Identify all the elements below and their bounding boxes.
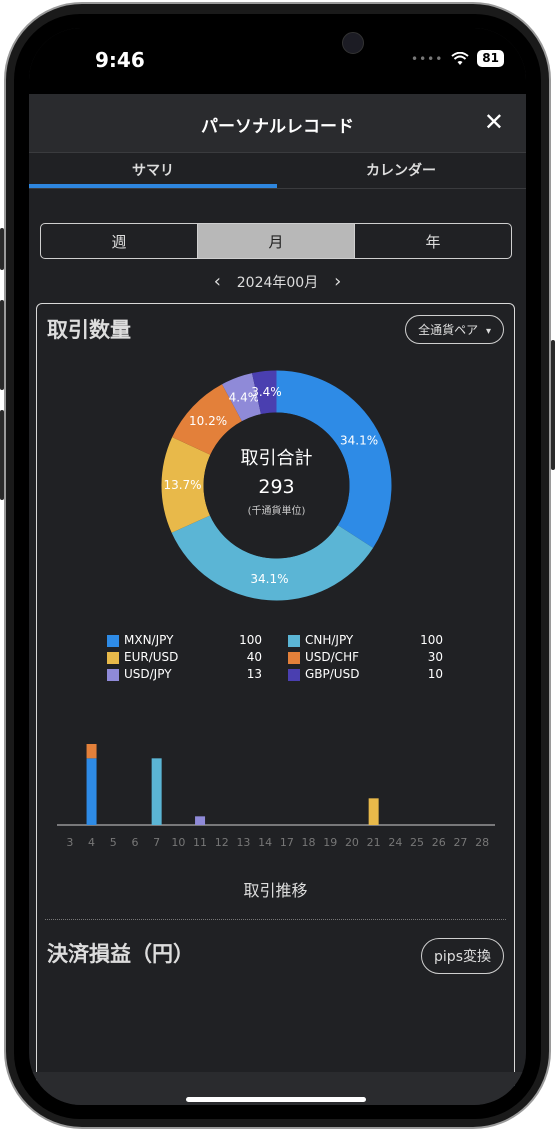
app-header: パーソナルレコード ✕	[29, 94, 526, 153]
legend-label: EUR/USD	[124, 650, 179, 664]
volume-title: 取引数量	[47, 318, 131, 342]
close-button[interactable]: ✕	[484, 108, 504, 136]
camera-icon	[342, 32, 364, 54]
app-screen: 9:46 •••• 81 パーソナルレコード ✕ サマリ カレンダー 週 月 年…	[29, 28, 526, 1105]
volume-up-button	[0, 300, 4, 390]
trade-trend-bar-chart: 3 4 5 6 7 10 11 12 13 14 17 18 19 20 21 24 25 26 27 28	[57, 744, 495, 849]
status-icons: •••• 81	[411, 50, 504, 67]
home-indicator[interactable]	[186, 1097, 366, 1102]
x-tick-label: 24	[388, 836, 402, 849]
x-tick-label: 14	[258, 836, 272, 849]
section-divider	[45, 919, 506, 920]
bar-eur-usd-21	[368, 798, 379, 825]
bar-mxn-jpy-4	[86, 758, 97, 825]
notch	[172, 28, 382, 70]
legend-value: 40	[246, 650, 262, 664]
period-year-button[interactable]: 年	[355, 224, 511, 258]
x-tick-label: 17	[280, 836, 294, 849]
donut-center: 取引合計 293 (千通貨単位)	[161, 444, 392, 517]
battery-icon: 81	[477, 50, 504, 67]
legend-item: USD/JPY 13	[107, 667, 282, 683]
x-tick-label: 5	[110, 836, 117, 849]
currency-pair-filter-label: 全通貨ペア	[418, 323, 479, 337]
x-tick-label: 12	[215, 836, 229, 849]
bar-usd-jpy-11	[195, 816, 206, 825]
legend-swatch	[288, 652, 300, 664]
x-tick-label: 25	[410, 836, 424, 849]
legend-swatch	[107, 652, 119, 664]
x-tick-label: 7	[153, 836, 160, 849]
status-time: 9:46	[95, 48, 145, 72]
legend-value: 10	[427, 667, 443, 681]
month-navigator: ‹ 2024年00月 ›	[29, 271, 526, 292]
legend-item: CNH/JPY 100	[288, 633, 463, 649]
legend-swatch	[288, 669, 300, 681]
period-segmented-control: 週 月 年	[40, 223, 512, 259]
donut-slice-label: 3.4%	[251, 385, 282, 399]
bar-cnh-jpy-7	[151, 758, 162, 825]
period-month-button[interactable]: 月	[198, 224, 355, 258]
pnl-title: 決済損益（円）	[47, 942, 194, 966]
legend-label: GBP/USD	[305, 667, 360, 681]
legend-value: 13	[246, 667, 262, 681]
page-title: パーソナルレコード	[201, 117, 354, 137]
wifi-icon	[451, 51, 469, 65]
legend-swatch	[107, 635, 119, 647]
total-label: 取引合計	[240, 448, 313, 469]
legend-label: CNH/JPY	[305, 633, 354, 647]
pips-convert-button[interactable]: pips変換	[421, 938, 504, 974]
legend-item: GBP/USD 10	[288, 667, 463, 683]
x-tick-label: 28	[475, 836, 489, 849]
x-tick-label: 13	[236, 836, 250, 849]
tab-bar: サマリ カレンダー	[29, 152, 526, 189]
x-tick-label: 3	[66, 836, 73, 849]
tab-active-indicator	[29, 184, 277, 188]
legend-swatch	[107, 669, 119, 681]
legend-swatch	[288, 635, 300, 647]
silent-switch	[0, 228, 4, 270]
next-month-button[interactable]: ›	[323, 271, 353, 292]
x-tick-label: 6	[131, 836, 138, 849]
legend-label: USD/JPY	[124, 667, 172, 681]
volume-down-button	[0, 410, 4, 500]
total-unit: (千通貨単位)	[247, 506, 306, 517]
signal-icon: ••••	[410, 51, 444, 66]
tab-summary[interactable]: サマリ	[29, 160, 277, 180]
bar-usd-chf-4	[86, 744, 97, 759]
legend-item: MXN/JPY 100	[107, 633, 282, 649]
currency-pair-filter[interactable]: 全通貨ペア ▾	[405, 315, 504, 344]
trend-label: 取引推移	[243, 881, 308, 900]
x-tick-label: 4	[88, 836, 95, 849]
period-week-button[interactable]: 週	[41, 224, 198, 258]
x-tick-label: 10	[171, 836, 185, 849]
x-tick-label: 18	[302, 836, 316, 849]
power-button	[551, 340, 555, 470]
legend-item: EUR/USD 40	[107, 650, 282, 666]
x-tick-label: 27	[453, 836, 467, 849]
summary-card: 取引数量 全通貨ペア ▾ 34.1% 34.1% 13.7% 10.2% 4.4% 3.4…	[36, 303, 515, 1105]
prev-month-button[interactable]: ‹	[202, 271, 232, 292]
legend-value: 30	[427, 650, 443, 664]
x-tick-label: 19	[323, 836, 337, 849]
legend-label: MXN/JPY	[124, 633, 174, 647]
total-value: 293	[258, 476, 295, 498]
status-bar: 9:46 •••• 81	[29, 28, 526, 94]
x-tick-label: 20	[345, 836, 359, 849]
tab-calendar[interactable]: カレンダー	[277, 160, 525, 180]
x-tick-label: 21	[367, 836, 381, 849]
x-tick-label: 11	[193, 836, 207, 849]
legend-item: USD/CHF 30	[288, 650, 463, 666]
donut-slice-label: 34.1%	[250, 572, 288, 586]
month-label: 2024年00月	[236, 275, 319, 291]
donut-slice-label: 10.2%	[189, 414, 227, 428]
chevron-down-icon: ▾	[485, 326, 491, 337]
x-tick-label: 26	[432, 836, 446, 849]
legend-label: USD/CHF	[305, 650, 359, 664]
legend-value: 100	[239, 633, 262, 647]
legend-value: 100	[420, 633, 443, 647]
